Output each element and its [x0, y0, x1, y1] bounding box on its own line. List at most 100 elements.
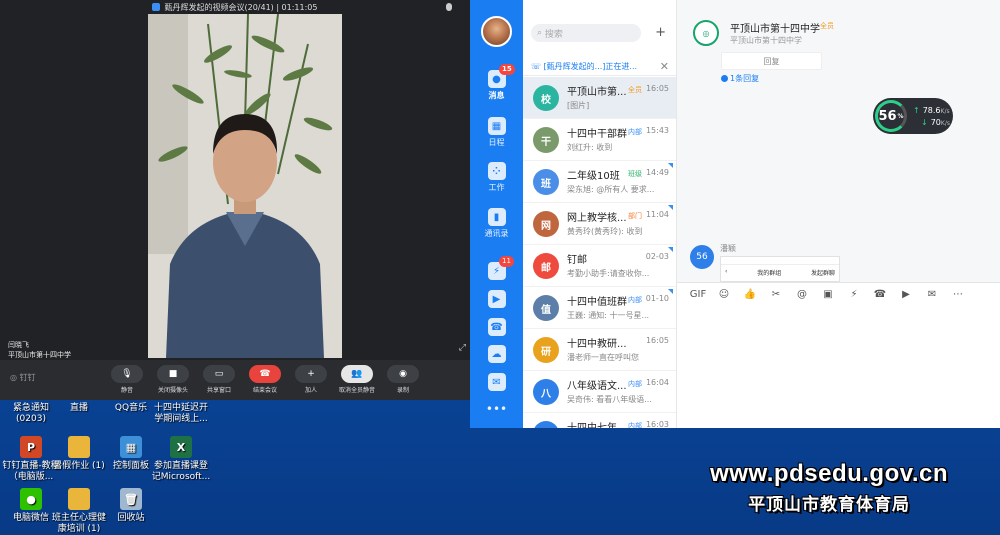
watermark-url: www.pdsedu.gov.cn — [710, 460, 948, 487]
list-item[interactable]: 研 十四中教研... 16:05 潘老师一直在呼叫您 — [523, 329, 676, 371]
download-speed: ↓ 70K/s — [921, 118, 950, 127]
share-window-button[interactable]: ▭ 共享窗口 — [201, 365, 237, 394]
conversation-time: 15:43 — [645, 126, 669, 135]
video-icon[interactable]: ▶ — [893, 289, 919, 300]
list-item[interactable]: 班 二年级10班 班级 14:49 梁东旭: @所有人 要求... — [523, 161, 676, 203]
usage-percent: 56 — [878, 108, 897, 124]
group-avatar: 七 — [533, 421, 559, 428]
user-avatar[interactable] — [481, 16, 512, 47]
conversation-name: 八年级语文... — [567, 381, 627, 392]
record-button[interactable]: ◉ 录制 — [385, 365, 421, 394]
folder-icon[interactable]: ▣ — [815, 289, 841, 300]
mic-icon[interactable] — [446, 3, 452, 11]
conversation-time: 02-03 — [645, 252, 669, 261]
more-icon[interactable]: ⋯ — [945, 289, 971, 300]
more-icon: ••• — [485, 402, 508, 416]
list-item[interactable]: 七 十四中七年... 内部 16:03 — [523, 413, 676, 428]
avatar[interactable]: 56 — [690, 245, 714, 269]
message-sender: 潘颖 — [720, 244, 736, 253]
mail-icon: ✉ — [487, 373, 506, 391]
mute-label: 静音 — [120, 387, 133, 394]
record-label: 录制 — [396, 387, 409, 394]
search-icon: ⌕ — [537, 28, 545, 38]
thumbs-up-icon[interactable]: 👍 — [737, 289, 763, 300]
gif-icon[interactable]: GIF — [685, 289, 711, 300]
watermark-org: 平顶山市教育体育局 — [748, 495, 911, 515]
close-icon[interactable]: ✕ — [660, 60, 669, 73]
camera-off-button[interactable]: ■ 关闭摄像头 — [155, 365, 191, 394]
reply-count: 1条回复 — [730, 74, 760, 83]
upload-value: 78.6 — [922, 106, 941, 115]
list-item[interactable]: 邮 钉邮 02-03 考勤小助手:请查收你... — [523, 245, 676, 287]
unread-badge: 15 — [499, 64, 515, 75]
ding-icon[interactable]: ⚡ — [841, 289, 867, 300]
rail-ding[interactable]: ⚡ 11 — [470, 256, 523, 282]
unmute-all-button[interactable]: 👥 取消全员静音 — [339, 365, 375, 394]
group-avatar: 研 — [533, 337, 559, 363]
rail-messages[interactable]: ● 消息 15 — [470, 64, 523, 101]
conversation-tag: 内部 — [628, 128, 642, 136]
group-avatar: 班 — [533, 169, 559, 195]
rail-mail[interactable]: ✉ — [470, 373, 523, 393]
list-item[interactable]: 八 八年级语文... 内部 16:04 吴奇伟: 看看八年级语... — [523, 371, 676, 413]
speed-unit: K/s — [940, 120, 950, 127]
image-message[interactable]: ‹ 我的群组 发起群聊 — [720, 256, 840, 282]
calendar-icon: ▦ — [487, 117, 506, 135]
reply-count-link[interactable]: 1条回复 — [721, 73, 759, 84]
emoji-icon[interactable]: ☺ — [711, 289, 737, 300]
rail-video[interactable]: ▶ — [470, 290, 523, 310]
participant-org: 平顶山市第十四中学 — [8, 351, 71, 359]
chat-toolbar: GIF ☺ 👍 ✂ @ ▣ ⚡ ☎ ▶ ✉ ⋯ — [677, 282, 1000, 306]
folder-icon — [68, 488, 90, 510]
phone-icon[interactable]: ☎ — [867, 289, 893, 300]
conversation-time: 16:04 — [645, 378, 669, 387]
rail-calendar[interactable]: ▦ 日程 — [470, 117, 523, 148]
end-meeting-button[interactable]: ☎ 结束会议 — [247, 365, 283, 394]
screenshot-right-text: 发起群聊 — [810, 270, 835, 277]
add-person-button[interactable]: + 加人 — [293, 365, 329, 394]
rail-phone[interactable]: ☎ — [470, 318, 523, 338]
chat-panel: ◎ 平顶山市第十四中学 全员 平顶山市第十四中学 回复 1条回复 56% ↑ 78… — [677, 0, 1000, 428]
ongoing-call-banner[interactable]: ☏ [甄丹辉发起的...]正在进... ✕ — [523, 58, 676, 76]
conversation-time: 01-10 — [645, 294, 669, 303]
rail-work[interactable]: ⁘ 工作 — [470, 162, 523, 193]
search-input[interactable]: ⌕ 搜索 — [531, 24, 641, 42]
list-item[interactable]: 校 平顶山市第... 全员 16:05 [图片] — [523, 77, 676, 119]
conversation-time: 16:03 — [645, 420, 669, 428]
group-avatar: 网 — [533, 211, 559, 237]
list-item[interactable]: 网 网上教学核... 部门 11:04 黄秀玲(黄秀玲): 收到 — [523, 203, 676, 245]
upload-arrow-icon: ↑ — [913, 106, 920, 115]
expand-icon[interactable]: ⤢ — [459, 343, 466, 353]
rail-label: 消息 — [488, 91, 505, 100]
desktop-icon-online-study[interactable]: 十四中延迟开学期间线上... — [150, 403, 212, 425]
conversation-name: 十四中教研... — [567, 339, 627, 350]
participant-video — [148, 14, 342, 358]
watermark: www.pdsedu.gov.cn 平顶山市教育体育局 — [710, 460, 948, 515]
network-speed-widget[interactable]: 56% ↑ 78.6 K/s ↓ 70K/s — [873, 98, 953, 134]
mention-icon[interactable]: @ — [789, 289, 815, 300]
desktop-icon-live-registration[interactable]: X 参加直播课登记Microsoft... — [150, 436, 212, 483]
share-window-label: 共享窗口 — [206, 387, 231, 394]
message-input[interactable] — [677, 306, 1000, 428]
download-arrow-icon: ↓ — [921, 118, 928, 127]
meeting-title: 甄丹辉发起的视频会议(20/41) | 01:11:05 — [164, 2, 318, 12]
usage-unit: % — [897, 112, 904, 120]
mute-button[interactable]: 🎙 静音 — [109, 365, 145, 394]
cloud-icon: ☁ — [487, 345, 506, 363]
desktop-icon-label: 十四中延迟开学期间线上... — [153, 403, 208, 424]
chat-title[interactable]: 平顶山市第十四中学 — [730, 20, 820, 35]
conversation-tag: 部门 — [628, 212, 642, 220]
rail-cloud[interactable]: ☁ — [470, 345, 523, 365]
reply-button[interactable]: 回复 — [721, 52, 822, 70]
rail-more[interactable]: ••• — [470, 402, 523, 416]
participant-name: 闫晓飞 — [8, 341, 29, 349]
add-icon[interactable]: + — [655, 24, 666, 42]
list-item[interactable]: 干 十四中干部群 内部 15:43 刘红升: 收到 — [523, 119, 676, 161]
scissors-icon[interactable]: ✂ — [763, 289, 789, 300]
list-item[interactable]: 值 十四中值班群 内部 01-10 王巍: 通知: 十一号星... — [523, 287, 676, 329]
mail-icon[interactable]: ✉ — [919, 289, 945, 300]
download-value: 70 — [930, 118, 941, 127]
rail-contacts[interactable]: ▮ 通讯录 — [470, 208, 523, 239]
desktop-icon-recycle-bin[interactable]: 🗑 回收站 — [100, 488, 162, 524]
apps-icon: ⁘ — [487, 162, 506, 180]
